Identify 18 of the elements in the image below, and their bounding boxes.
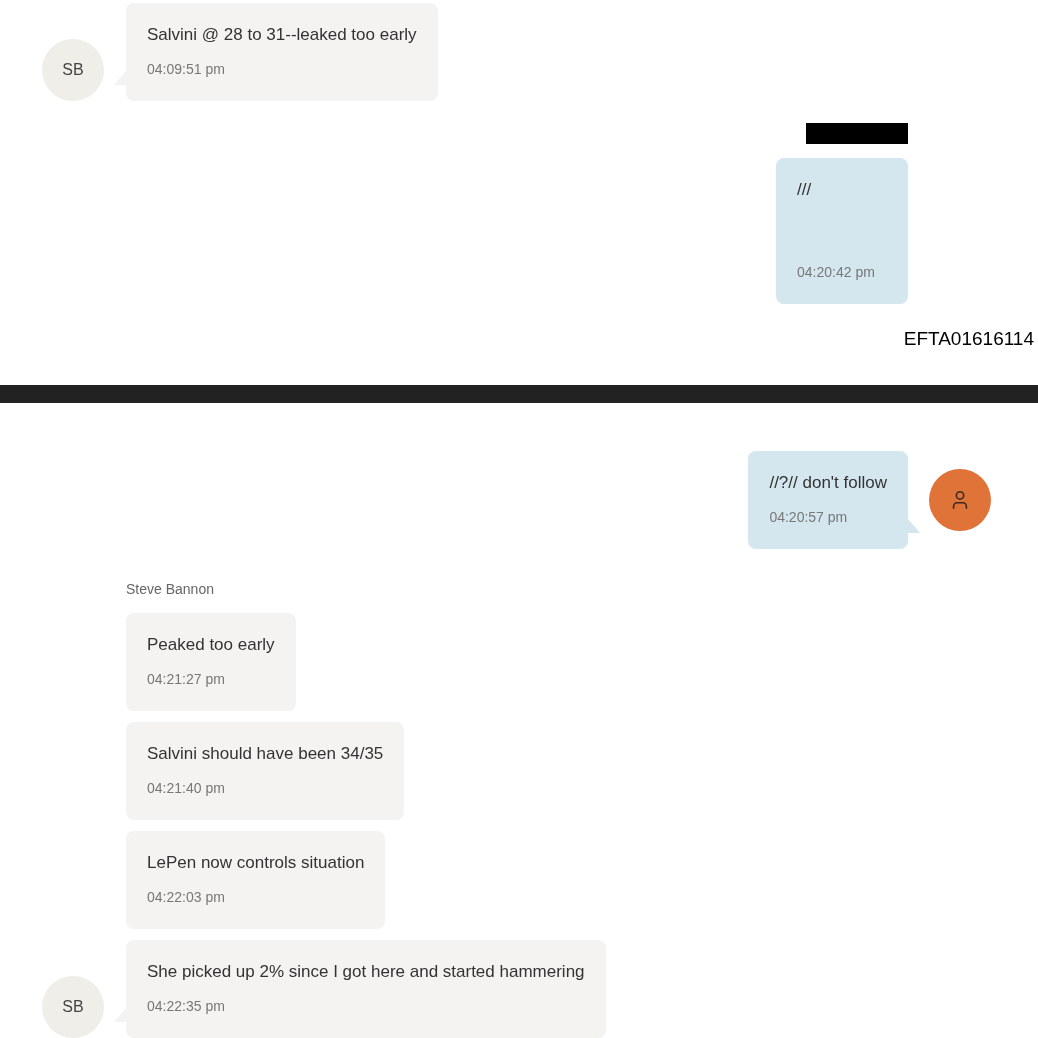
message-time: 04:09:51 pm	[147, 61, 225, 77]
sender-name: Steve Bannon	[126, 581, 214, 597]
message-time: 04:21:40 pm	[147, 780, 225, 796]
message-text: //?// don't follow	[769, 473, 887, 492]
message-text: Salvini should have been 34/35	[147, 744, 384, 763]
message-time: 04:20:42 pm	[797, 264, 875, 280]
message-time: 04:22:03 pm	[147, 889, 225, 905]
message-text: Salvini @ 28 to 31--leaked too early	[147, 25, 417, 44]
avatar: SB	[42, 39, 104, 101]
message-time: 04:20:57 pm	[769, 509, 848, 525]
message-text: Peaked too early	[147, 635, 275, 654]
message-time: 04:22:35 pm	[147, 998, 225, 1014]
avatar: SB	[42, 976, 104, 1038]
document-id-label: EFTA01616114	[903, 326, 1034, 351]
message-text: She picked up 2% since I got here and started hammering	[147, 962, 585, 981]
message-text: LePen now controls situation	[147, 853, 365, 872]
message-text: ///	[797, 180, 812, 199]
message-time: 04:21:27 pm	[147, 671, 225, 687]
